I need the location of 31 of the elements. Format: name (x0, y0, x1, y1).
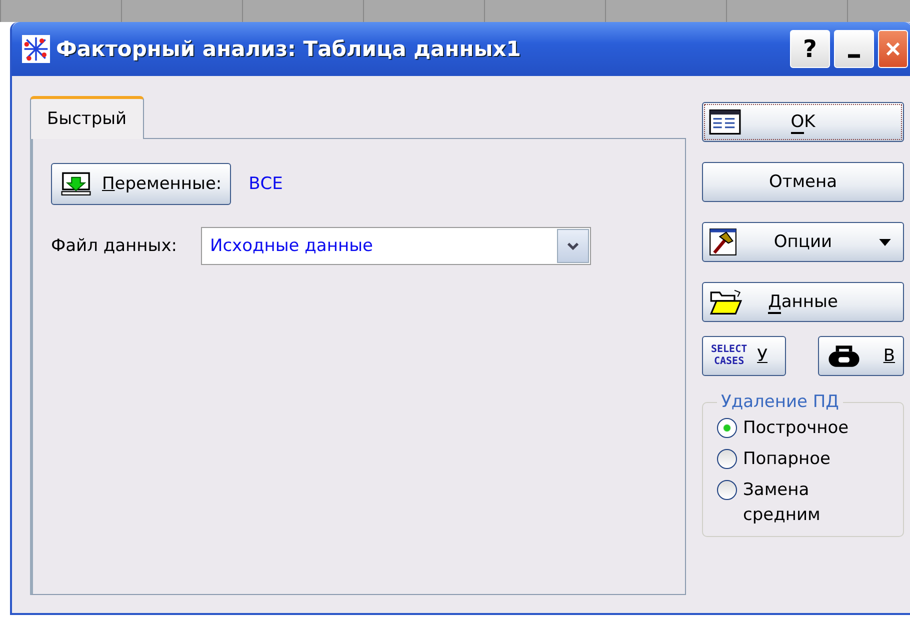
variables-button[interactable]: Переменные: (51, 163, 231, 205)
radio-button[interactable] (717, 418, 737, 438)
group-title: Удаление ПД (720, 392, 840, 412)
weight-button[interactable]: В (818, 336, 904, 376)
monitor-arrow-icon (60, 172, 92, 196)
options-button[interactable]: Опции (702, 222, 904, 262)
data-button[interactable]: Данные (702, 282, 904, 322)
radio-option[interactable]: Попарное (717, 447, 893, 472)
help-button[interactable]: ? (790, 30, 830, 68)
variables-value: ВСЕ (248, 174, 283, 194)
cancel-button[interactable]: Отмена (702, 162, 904, 202)
minimize-icon (848, 54, 860, 58)
close-icon (884, 40, 902, 58)
radio-option[interactable]: Построчное (717, 416, 893, 441)
hammer-icon (709, 228, 737, 256)
open-folder-icon (709, 288, 743, 316)
data-file-label: Файл данных: (51, 236, 177, 256)
radio-button[interactable] (717, 449, 737, 469)
window-title: Факторный анализ: Таблица данных1 (56, 37, 522, 61)
data-file-dropdown[interactable]: Исходные данные (200, 227, 591, 265)
caret-icon (879, 238, 891, 246)
weight-icon (827, 344, 861, 368)
spreadsheet-icon (709, 109, 741, 135)
tab[interactable]: Быстрый (30, 96, 144, 139)
radio-button[interactable] (717, 480, 737, 500)
close-button[interactable] (878, 30, 908, 68)
ok-button[interactable]: OK (702, 102, 904, 142)
radio-option[interactable]: Замена средним (717, 478, 893, 528)
app-icon (22, 35, 50, 63)
select-cases-icon: SELECT CASES (711, 344, 748, 368)
minimize-button[interactable] (834, 30, 874, 68)
